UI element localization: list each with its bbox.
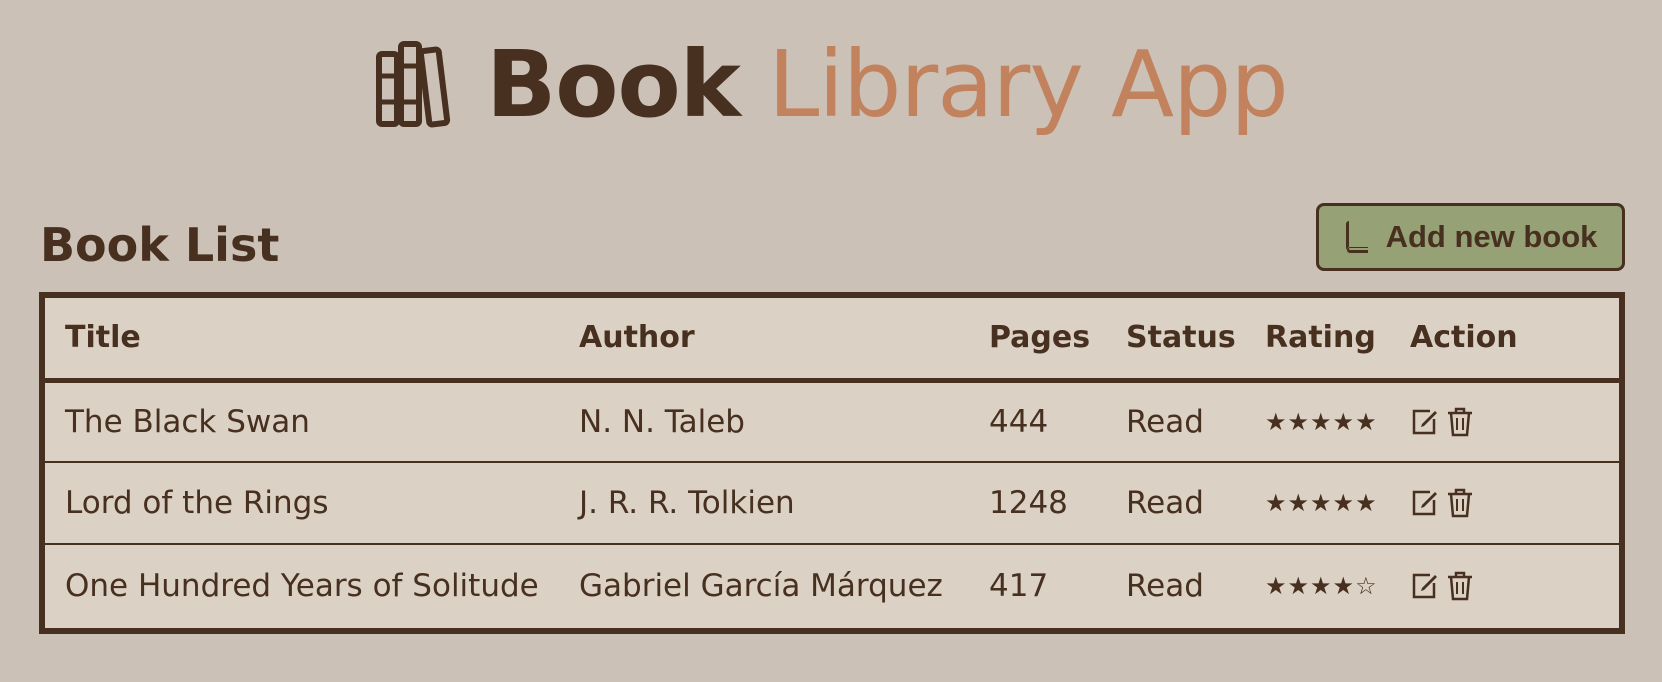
table-row: Lord of the Rings J. R. R. Tolkien 1248 … <box>45 462 1619 545</box>
column-header-action: Action <box>1390 298 1619 383</box>
book-action-cell <box>1390 462 1619 545</box>
book-action-cell <box>1390 544 1619 626</box>
book-pages-cell: 444 <box>969 380 1106 463</box>
edit-icon[interactable] <box>1410 571 1438 601</box>
book-action-cell <box>1390 380 1619 463</box>
delete-icon[interactable] <box>1446 571 1474 601</box>
book-table: Title Author Pages Status Rating Action … <box>39 292 1625 634</box>
book-pages-cell: 1248 <box>969 462 1106 545</box>
book-author-cell: J. R. R. Tolkien <box>559 462 969 545</box>
table-row: One Hundred Years of Solitude Gabriel Ga… <box>45 544 1619 626</box>
column-header-pages: Pages <box>969 298 1106 383</box>
book-title-cell: Lord of the Rings <box>45 462 559 545</box>
book-rating-cell[interactable]: ★★★★★ <box>1245 462 1390 545</box>
app-header: Book Library App <box>0 30 1662 140</box>
book-status-cell[interactable]: Read <box>1106 544 1245 626</box>
book-status-cell[interactable]: Read <box>1106 380 1245 463</box>
app-title-strong: Book <box>486 31 741 138</box>
book-list-title: Book List <box>40 218 280 272</box>
books-icon <box>376 41 451 128</box>
book-rating-cell[interactable]: ★★★★★ <box>1245 380 1390 463</box>
app-title: Book Library App <box>486 39 1289 131</box>
add-new-book-label: Add new book <box>1385 219 1598 254</box>
column-header-status: Status <box>1106 298 1245 383</box>
book-rating-cell[interactable]: ★★★★☆ <box>1245 544 1390 626</box>
edit-icon[interactable] <box>1410 488 1438 518</box>
book-author-cell: Gabriel García Márquez <box>579 567 943 604</box>
delete-icon[interactable] <box>1446 407 1474 437</box>
delete-icon[interactable] <box>1446 488 1474 518</box>
add-new-book-button[interactable]: Add new book <box>1316 203 1625 271</box>
book-title-cell: One Hundred Years of Solitude <box>65 567 539 604</box>
book-title-cell: The Black Swan <box>45 380 559 463</box>
column-header-author: Author <box>559 298 969 383</box>
book-status-cell[interactable]: Read <box>1106 462 1245 545</box>
column-header-title: Title <box>45 298 559 383</box>
table-header-row: Title Author Pages Status Rating Action <box>45 298 1619 383</box>
column-header-rating: Rating <box>1245 298 1390 383</box>
book-icon <box>1345 221 1368 253</box>
book-pages-cell: 417 <box>989 567 1049 604</box>
edit-icon[interactable] <box>1410 407 1438 437</box>
book-author-cell: N. N. Taleb <box>559 380 969 463</box>
table-row: The Black Swan N. N. Taleb 444 Read ★★★★… <box>45 380 1619 463</box>
app-title-light: Library App <box>768 31 1289 138</box>
